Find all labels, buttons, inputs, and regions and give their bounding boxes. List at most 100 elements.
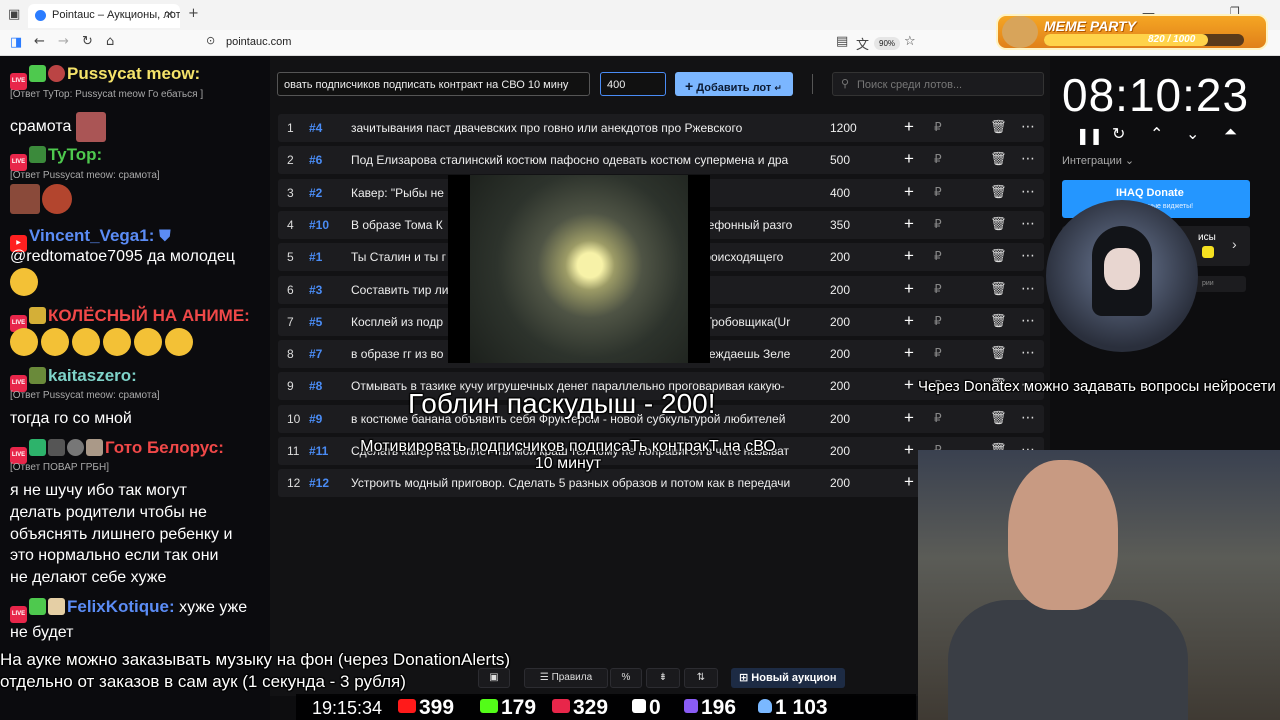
lot-amount[interactable]: 200 xyxy=(830,379,850,393)
delete-icon[interactable]: 🗑 xyxy=(990,151,1007,167)
rules-button[interactable]: ☰ Правила xyxy=(524,668,608,688)
ruble-icon[interactable]: ₽ xyxy=(934,249,942,263)
add-amount-icon[interactable]: + xyxy=(904,214,914,234)
more-icon[interactable]: ⋯ xyxy=(1021,150,1035,167)
bookmark-star-icon[interactable]: ☆ xyxy=(904,34,916,49)
sidebar-icon[interactable]: ◨ xyxy=(10,35,22,50)
delete-icon[interactable]: 🗑 xyxy=(990,281,1007,297)
site-info-icon[interactable]: ⊙ xyxy=(206,34,215,47)
lot-amount[interactable]: 350 xyxy=(830,218,850,232)
add-amount-icon[interactable]: + xyxy=(904,311,914,331)
add-amount-icon[interactable]: + xyxy=(904,182,914,202)
more-icon[interactable]: ⋯ xyxy=(1021,409,1035,426)
forward-icon[interactable]: → xyxy=(58,34,69,49)
delete-icon[interactable]: 🗑 xyxy=(990,313,1007,329)
lot-id[interactable]: #3 xyxy=(309,283,322,297)
lot-id[interactable]: #8 xyxy=(309,379,322,393)
lot-amount[interactable]: 1200 xyxy=(830,121,857,135)
percent-button[interactable]: % xyxy=(610,668,642,688)
lot-amount[interactable]: 400 xyxy=(830,186,850,200)
ruble-icon[interactable]: ₽ xyxy=(934,185,942,199)
lot-id[interactable]: #1 xyxy=(309,250,322,264)
lot-id[interactable]: #2 xyxy=(309,186,322,200)
ruble-icon[interactable]: ₽ xyxy=(934,120,942,134)
more-icon[interactable]: ⋯ xyxy=(1021,247,1035,264)
more-icon[interactable]: ⋯ xyxy=(1021,215,1035,232)
delete-icon[interactable]: 🗑 xyxy=(990,410,1007,426)
ruble-icon[interactable]: ₽ xyxy=(934,346,942,360)
amount-input[interactable]: 400 xyxy=(600,72,666,96)
more-icon[interactable]: ⋯ xyxy=(1021,312,1035,329)
lot-amount[interactable]: 500 xyxy=(830,153,850,167)
integrations-label[interactable]: Интеграции ⌄ xyxy=(1062,154,1134,167)
add-amount-icon[interactable]: + xyxy=(904,279,914,299)
lot-id[interactable]: #4 xyxy=(309,121,322,135)
add-amount-icon[interactable]: + xyxy=(904,472,914,492)
reader-view-icon[interactable]: ▤ xyxy=(836,34,848,49)
lot-amount[interactable]: 200 xyxy=(830,476,850,490)
lot-amount[interactable]: 200 xyxy=(830,283,850,297)
close-tab-icon[interactable]: ✕ xyxy=(165,8,174,21)
url-field[interactable]: pointauc.com xyxy=(226,36,291,48)
search-input[interactable]: ⚲ Поиск среди лотов... xyxy=(832,72,1044,96)
add-amount-icon[interactable]: + xyxy=(904,375,914,395)
delete-icon[interactable]: 🗑 xyxy=(990,248,1007,264)
more-icon[interactable]: ⋯ xyxy=(1021,118,1035,135)
new-auction-button[interactable]: ⊞ Новый аукцион xyxy=(731,668,845,688)
lot-name[interactable]: зачитывания паст двачевских про говно ил… xyxy=(351,121,813,135)
lot-row[interactable]: 1 #4 зачитывания паст двачевских про говно… xyxy=(278,114,1044,142)
reload-icon[interactable]: ↻ xyxy=(82,34,93,49)
more-icon[interactable]: ⋯ xyxy=(1021,344,1035,361)
browser-tab[interactable]: Pointauc – Аукционы, лотерея ✕ xyxy=(28,4,180,28)
lot-name-text: Ты Сталин и ты г xyxy=(351,250,446,265)
ruble-icon[interactable]: ₽ xyxy=(934,282,942,296)
add-amount-icon[interactable]: + xyxy=(904,149,914,169)
ruble-icon[interactable]: ₽ xyxy=(934,314,942,328)
sort-button[interactable]: ⇅ xyxy=(684,668,718,688)
pause-icon[interactable]: ❚❚ xyxy=(1076,126,1103,146)
home-icon[interactable]: ⌂ xyxy=(106,34,114,49)
lot-name[interactable]: Под Елизарова сталинский костюм пафосно … xyxy=(351,153,813,167)
lot-id[interactable]: #12 xyxy=(309,476,329,490)
ruble-icon[interactable]: ₽ xyxy=(934,217,942,231)
add-amount-icon[interactable]: + xyxy=(904,343,914,363)
lot-id[interactable]: #11 xyxy=(309,444,328,458)
lot-name-input[interactable]: овать подписчиков подписать контракт на … xyxy=(277,72,590,96)
more-icon[interactable]: ⋯ xyxy=(1021,183,1035,200)
ruble-icon[interactable]: ₽ xyxy=(934,152,942,166)
lot-amount[interactable]: 200 xyxy=(830,315,850,329)
delete-icon[interactable]: 🗑 xyxy=(990,119,1007,135)
add-amount-icon[interactable]: + xyxy=(904,408,914,428)
back-icon[interactable]: ← xyxy=(34,34,45,49)
lot-amount[interactable]: 200 xyxy=(830,444,850,458)
lot-amount[interactable]: 200 xyxy=(830,250,850,264)
double-chevron-up-icon[interactable]: ⏶ xyxy=(1224,124,1237,142)
split-button[interactable]: ⇟ xyxy=(646,668,680,688)
reset-icon[interactable]: ↻ xyxy=(1112,124,1125,144)
add-amount-icon[interactable]: + xyxy=(904,246,914,266)
lot-amount[interactable]: 200 xyxy=(830,412,850,426)
add-lot-button[interactable]: + Добавить лот ↵ xyxy=(675,72,793,96)
lot-row[interactable]: 2 #6 Под Елизарова сталинский костюм пафос… xyxy=(278,146,1044,175)
translate-icon[interactable]: 文 xyxy=(856,34,869,53)
delete-icon[interactable]: 🗑 xyxy=(990,216,1007,232)
lot-name[interactable]: Устроить модный приговор. Сделать 5 разн… xyxy=(351,476,813,490)
lot-id[interactable]: #6 xyxy=(309,153,322,167)
delete-icon[interactable]: 🗑 xyxy=(990,345,1007,361)
save-button[interactable]: ▣ xyxy=(478,668,510,688)
chevron-up-icon[interactable]: ⌃ xyxy=(1150,124,1163,144)
chevron-down-icon[interactable]: ⌄ xyxy=(1186,124,1199,144)
tab-actions-icon[interactable]: ▣ xyxy=(8,7,20,22)
new-tab-icon[interactable]: + xyxy=(188,6,199,21)
lot-id[interactable]: #5 xyxy=(309,315,322,329)
lot-amount[interactable]: 200 xyxy=(830,347,850,361)
zoom-badge[interactable]: 90% xyxy=(874,37,901,50)
more-icon[interactable]: ⋯ xyxy=(1021,280,1035,297)
lot-id[interactable]: #9 xyxy=(309,412,322,426)
lot-id[interactable]: #10 xyxy=(309,218,329,232)
ruble-icon[interactable]: ₽ xyxy=(934,411,942,425)
delete-icon[interactable]: 🗑 xyxy=(990,184,1007,200)
add-amount-icon[interactable]: + xyxy=(904,440,914,460)
lot-id[interactable]: #7 xyxy=(309,347,322,361)
add-amount-icon[interactable]: + xyxy=(904,117,914,137)
